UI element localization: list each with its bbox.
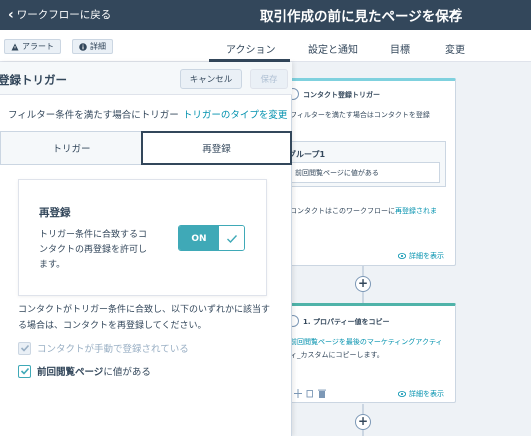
alerts-label: アラート	[22, 42, 54, 51]
check-icon	[20, 367, 29, 375]
top-bar: ‹ ワークフローに戻る 取引作成の前に見たページを保存	[0, 0, 531, 30]
trigger-card-title: コンタクト登録トリガー	[303, 91, 380, 99]
action-card-line2: ィ_カスタムにコピーします。	[290, 351, 384, 359]
add-action-button[interactable]: +	[355, 276, 371, 292]
check-icon	[227, 235, 238, 244]
alerts-button[interactable]: アラート	[4, 39, 61, 54]
move-icon	[294, 389, 302, 398]
tab-settings[interactable]: 設定と通知	[308, 41, 358, 56]
condition-manual-enroll: コンタクトが手動で登録されている	[18, 341, 189, 355]
reenroll-heading: 再登録	[39, 207, 71, 219]
cancel-button[interactable]: キャンセル	[180, 69, 242, 89]
save-button[interactable]: 保存	[250, 69, 288, 89]
action-card-tools[interactable]	[294, 389, 328, 398]
back-label: ワークフローに戻る	[16, 9, 112, 21]
pencil-icon[interactable]	[448, 6, 462, 20]
trigger-card-subtitle: のフィルターを満たす場合はコンタクトを登録	[283, 111, 430, 119]
trigger-detail-link[interactable]: 詳細を表示	[398, 251, 444, 261]
toolbar: アラート 詳細 アクション 設定と通知 目標 変更	[0, 30, 531, 62]
trash-icon	[318, 389, 326, 398]
toggle-on-label: ON	[179, 226, 219, 250]
trigger-condition: 前回閲覧ページに値がある	[290, 162, 440, 183]
action-card-line1: 前回閲覧ページを最後のマーケティングアクティ	[290, 338, 443, 346]
tab-history[interactable]: 変更	[445, 41, 465, 56]
back-to-workflows-link[interactable]: ‹ ワークフローに戻る	[8, 7, 111, 22]
info-icon	[79, 42, 87, 51]
conditions-intro: コンタクトがトリガー条件に合致し、以下のいずれかに該当する場合は、コンタクトを再…	[18, 305, 271, 331]
reenroll-description: トリガー条件に合致するコンタクトの再登録を許可します。	[39, 230, 148, 270]
reenroll-toggle[interactable]: ON	[178, 225, 245, 251]
add-action-button-2[interactable]: +	[355, 414, 371, 430]
tab-reenroll[interactable]: 再登録	[141, 131, 292, 165]
eye-icon	[398, 391, 406, 397]
check-icon	[20, 344, 29, 352]
toggle-knob	[219, 226, 244, 250]
condition-last-page-known[interactable]: 前回閲覧ページに値がある	[18, 364, 151, 378]
group-label: グループ1	[288, 150, 326, 159]
trigger-card-footer: コンタクトはこのワークフローに再登録されま	[290, 207, 437, 215]
change-trigger-type-link[interactable]: トリガーのタイプを変更	[183, 110, 288, 121]
checkbox-manual-enroll	[18, 341, 31, 355]
chevron-left-icon: ‹	[8, 6, 14, 23]
eye-icon	[398, 253, 406, 259]
panel-title: 登録トリガー	[0, 73, 67, 87]
action-detail-link[interactable]: 詳細を表示	[398, 389, 444, 399]
action-card-title: 1. プロパティー値をコピー	[303, 318, 390, 326]
details-button[interactable]: 詳細	[72, 39, 113, 54]
filter-description: フィルター条件を満たす場合にトリガー トリガーのタイプを変更	[8, 110, 288, 121]
workflow-title[interactable]: 取引作成の前に見たページを保存	[260, 5, 462, 25]
panel-header: 登録トリガー キャンセル 保存	[0, 62, 292, 95]
tab-goals[interactable]: 目標	[390, 41, 410, 56]
tab-actions[interactable]: アクション	[226, 41, 276, 56]
trigger-edit-panel: 登録トリガー キャンセル 保存 フィルター条件を満たす場合にトリガー トリガーのタ…	[0, 62, 292, 436]
warning-icon	[11, 43, 19, 50]
checkbox-last-page-known[interactable]	[18, 364, 31, 378]
clone-icon	[306, 390, 313, 398]
tab-trigger[interactable]: トリガー	[0, 131, 142, 165]
details-label: 詳細	[90, 42, 106, 51]
